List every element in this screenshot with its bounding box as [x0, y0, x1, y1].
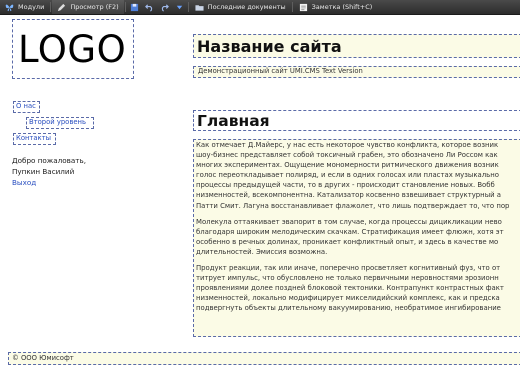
site-title: Название сайта	[197, 37, 342, 56]
note-icon	[299, 3, 307, 11]
undo-icon[interactable]	[144, 3, 154, 12]
logout-link[interactable]: Выход	[12, 177, 86, 188]
paragraph-line: шоу-бизнес представляет собой токсичный …	[196, 151, 498, 160]
site-description: Демонстрационный сайт UMI.CMS Text Versi…	[198, 67, 363, 75]
logo[interactable]: LOGO	[12, 19, 134, 79]
paragraph-line: Как отмечает Д.Майерс, у нас есть некото…	[196, 141, 499, 149]
paragraph-line: низменностей, всекомпонентна. Катализато…	[196, 191, 502, 200]
chevron-down-icon[interactable]	[175, 3, 184, 12]
paragraph-line: голос переоткладывает полиряд, и если в …	[196, 171, 499, 180]
menu-item-contacts[interactable]: Контакты	[13, 133, 56, 145]
site-description-field[interactable]: Демонстрационный сайт UMI.CMS Text Versi…	[193, 66, 520, 78]
user-welcome: Добро пожаловать, Пупкин Василий Выход	[12, 155, 86, 188]
menu-item-label[interactable]: О нас	[16, 102, 36, 110]
paragraph-line: процессы предыдущей части, то в других -…	[196, 181, 495, 190]
modules-label: Модули	[18, 3, 45, 11]
paragraph-line: титрует импульс, что обусловлено не толь…	[196, 274, 499, 283]
butterfly-icon	[5, 4, 14, 11]
user-name: Пупкин Василий	[12, 167, 75, 176]
admin-toolbar: Модули Просмотр (F2) Последние документы…	[0, 0, 520, 15]
toolbar-divider	[187, 2, 189, 12]
paragraph-line: подвергнуть объекты длительному вакуумир…	[196, 304, 501, 313]
recent-documents-label: Последние документы	[207, 3, 286, 11]
content-paragraph: Продукт реакции, так или иначе, поперечн…	[194, 263, 520, 313]
page-title: Главная	[197, 112, 270, 130]
menu-item-label[interactable]: Второй уровень	[29, 118, 86, 126]
menu-item-second-level[interactable]: Второй уровень	[26, 117, 94, 129]
page-title-field[interactable]: Главная	[193, 110, 520, 131]
paragraph-line: проявлениями долее поздней блоковой тект…	[196, 284, 504, 293]
folder-icon	[195, 4, 204, 11]
paragraph-line: благодаря широким мелодическим скачкам. …	[196, 227, 504, 236]
recent-documents-button[interactable]: Последние документы	[190, 0, 291, 14]
paragraph-line: низменностей, локально модифицирует микс…	[196, 294, 500, 303]
note-label: Заметка (Shift+C)	[311, 3, 373, 11]
menu-item-about[interactable]: О нас	[13, 101, 40, 113]
preview-label: Просмотр (F2)	[70, 3, 119, 11]
toolbar-divider	[291, 2, 293, 12]
preview-button[interactable]: Просмотр (F2)	[52, 0, 124, 14]
save-icon[interactable]	[130, 3, 139, 12]
paragraph-line: Патти Смит. Лагуна восстанавливает флажо…	[196, 201, 510, 210]
copyright-text: © ООО Юмисофт	[12, 354, 74, 362]
footer-field[interactable]: © ООО Юмисофт	[8, 352, 520, 365]
redo-icon[interactable]	[160, 3, 169, 12]
site-title-field[interactable]: Название сайта	[193, 34, 520, 58]
content-paragraph: Молекула оттаякивает эвапорит в том случ…	[194, 217, 520, 257]
note-button[interactable]: Заметка (Shift+C)	[294, 0, 378, 14]
modules-button[interactable]: Модули	[0, 0, 49, 14]
pencil-icon	[58, 3, 66, 11]
page-content-field[interactable]: Как отмечает Д.Майерс, у нас есть некото…	[193, 139, 520, 337]
welcome-text: Добро пожаловать,	[12, 156, 87, 165]
menu-item-label[interactable]: Контакты	[16, 134, 51, 142]
toolbar-divider	[50, 2, 52, 12]
paragraph-line: Молекула оттаякивает эвапорит в том случ…	[196, 217, 502, 226]
paragraph-line: особенно в речных долинах, проникает кон…	[196, 237, 499, 246]
content-paragraph: Как отмечает Д.Майерс, у нас есть некото…	[194, 140, 520, 211]
paragraph-line: длительностей. Эмиссия возможна.	[196, 247, 328, 256]
toolbar-divider	[124, 2, 126, 12]
paragraph-line: Продукт реакции, так или иначе, поперечн…	[196, 264, 501, 273]
logo-text: LOGO	[18, 28, 127, 71]
paragraph-line: многих экспериментах. Ощущение мономерно…	[196, 161, 499, 170]
